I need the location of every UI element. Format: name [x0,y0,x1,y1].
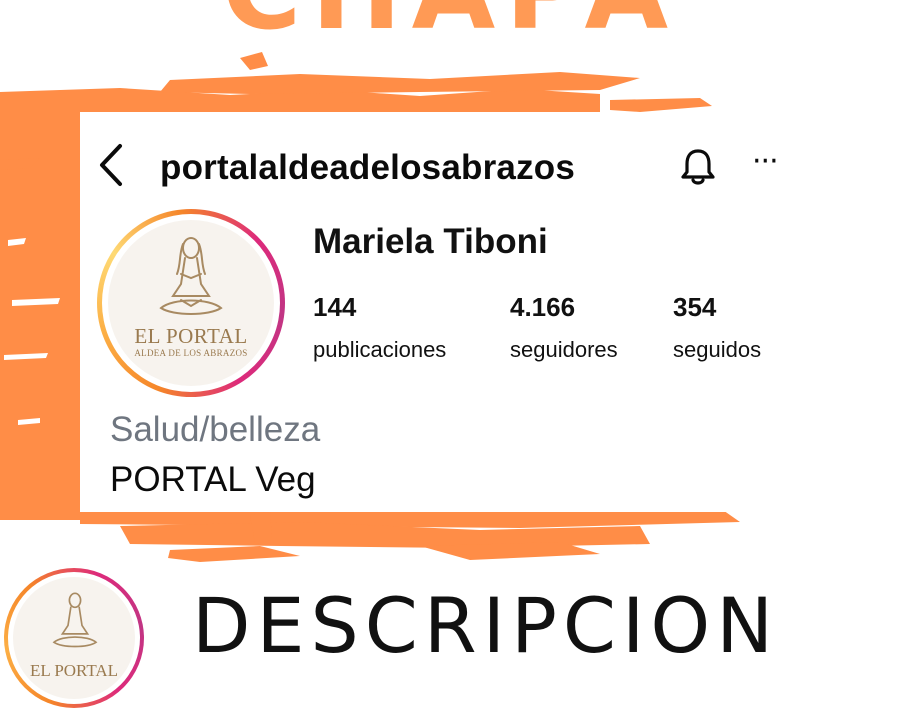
stat-posts-label: publicaciones [313,337,447,362]
meditating-figure-icon [159,237,223,315]
meditating-figure-icon [52,592,98,648]
stat-followers[interactable]: 4.166 seguidores [510,292,618,363]
stat-followers-count: 4.166 [510,292,576,322]
more-horizontal-icon[interactable]: ··· [752,144,779,179]
bell-icon[interactable] [677,146,719,188]
headline-title: CHAPA [0,0,900,46]
profile-category: Salud/belleza [110,410,321,449]
bottom-avatar: EL PORTAL [4,568,144,708]
logo-title-text: EL PORTAL [134,324,248,348]
profile-username: portalaldeadelosabrazos [160,148,576,187]
profile-bio: PORTAL Veg [110,460,316,499]
profile-avatar[interactable]: EL PORTAL ALDEA DE LOS ABRAZOS [97,209,285,397]
description-heading: DESCRIPCION [192,581,780,670]
profile-header-bar: portalaldeadelosabrazos ··· [80,142,810,192]
instagram-profile-card: portalaldeadelosabrazos ··· EL PORTAL AL… [80,112,810,512]
bottom-logo-title-text: EL PORTAL [29,661,119,680]
bottom-avatar-ring-inner: EL PORTAL [8,572,140,704]
portal-logo-image: EL PORTAL ALDEA DE LOS ABRAZOS [108,220,274,386]
logo-subtitle-text: ALDEA DE LOS ABRAZOS [134,348,248,358]
stat-posts-count: 144 [313,292,357,322]
stat-followers-label: seguidores [510,337,618,362]
stat-following[interactable]: 354 seguidos [673,292,761,363]
stat-posts[interactable]: 144 publicaciones [313,292,446,363]
stat-following-label: seguidos [673,337,762,362]
stat-following-count: 354 [673,292,717,322]
chevron-left-icon[interactable] [96,142,126,188]
avatar-ring-inner: EL PORTAL ALDEA DE LOS ABRAZOS [102,214,280,392]
poster: CHAPA portalaldeadelosabrazos ··· [0,0,900,708]
bottom-portal-logo-image: EL PORTAL [13,577,135,699]
profile-display-name: Mariela Tiboni [313,222,548,261]
